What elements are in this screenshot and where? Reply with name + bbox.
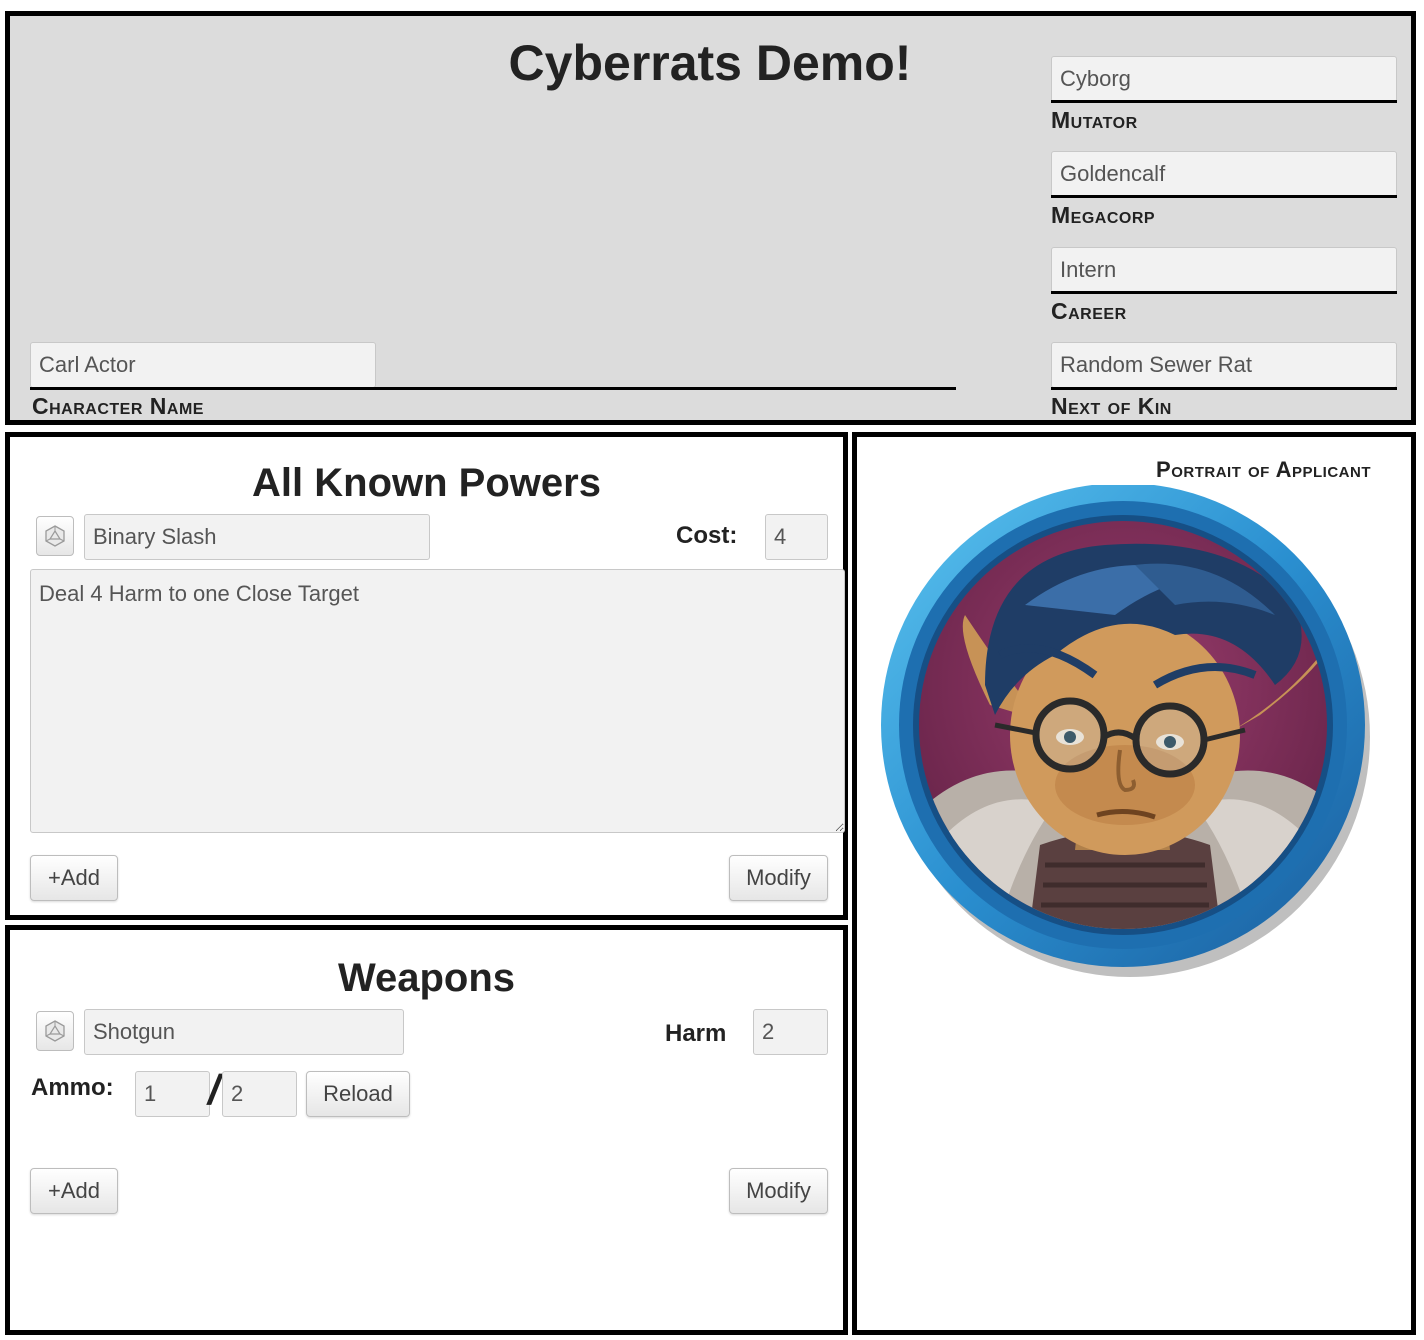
power-roll-button[interactable] (36, 516, 74, 556)
d20-dice-icon (45, 525, 65, 547)
character-header-panel: Cyberrats Demo! Character Name Mutator M… (5, 11, 1416, 425)
portrait-label: Portrait of Applicant (1156, 457, 1371, 482)
reload-button[interactable]: Reload (306, 1071, 410, 1117)
mutator-label: Mutator (1051, 107, 1138, 133)
power-cost-label: Cost: (676, 522, 738, 549)
d20-dice-icon (45, 1020, 65, 1042)
applicant-portrait-image[interactable] (875, 485, 1375, 985)
next-of-kin-underline (1051, 387, 1397, 390)
weapon-harm-label: Harm (665, 1020, 727, 1047)
weapon-harm-input[interactable] (753, 1009, 828, 1055)
career-label: Career (1051, 298, 1127, 324)
add-power-button[interactable]: +Add (30, 855, 118, 901)
weapon-roll-button[interactable] (36, 1011, 74, 1051)
megacorp-input[interactable] (1051, 151, 1397, 197)
character-name-label: Character Name (32, 393, 204, 419)
power-name-input[interactable] (84, 514, 430, 560)
ammo-label: Ammo: (31, 1074, 114, 1101)
megacorp-underline (1051, 195, 1397, 198)
character-name-input[interactable] (30, 342, 376, 388)
weapons-title: Weapons (337, 956, 516, 1000)
powers-title: All Known Powers (252, 461, 601, 505)
page-title: Cyberrats Demo! (508, 35, 912, 91)
ammo-max-input[interactable] (222, 1071, 297, 1117)
weapon-name-input[interactable] (84, 1009, 404, 1055)
next-of-kin-label: Next of Kin (1051, 393, 1172, 419)
mutator-input[interactable] (1051, 56, 1397, 102)
weapons-panel: Weapons Harm Ammo: / Reload +Add Modify (5, 925, 848, 1335)
next-of-kin-input[interactable] (1051, 342, 1397, 388)
add-weapon-button[interactable]: +Add (30, 1168, 118, 1214)
power-cost-input[interactable] (765, 514, 828, 560)
power-description-textarea[interactable]: Deal 4 Harm to one Close Target (30, 569, 845, 833)
ammo-current-input[interactable] (135, 1071, 210, 1117)
modify-weapon-button[interactable]: Modify (729, 1168, 828, 1214)
powers-panel: All Known Powers Cost: Deal 4 Harm to on… (5, 432, 848, 920)
character-name-underline (30, 387, 956, 390)
modify-power-button[interactable]: Modify (729, 855, 828, 901)
portrait-panel: Portrait of Applicant (852, 432, 1416, 1335)
mutator-underline (1051, 100, 1397, 103)
megacorp-label: Megacorp (1051, 202, 1156, 228)
career-underline (1051, 291, 1397, 294)
career-input[interactable] (1051, 247, 1397, 293)
